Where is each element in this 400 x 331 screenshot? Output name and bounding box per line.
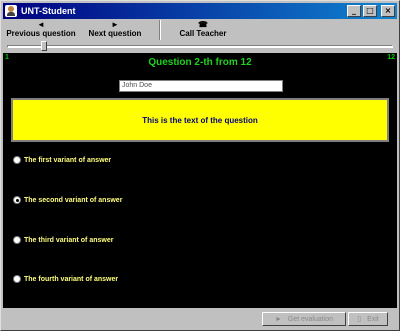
answer-radio-3[interactable] [13,236,21,244]
answer-radio-4[interactable] [13,275,21,283]
app-window: UNT-Student _ □ × ◄ Previous question ► … [0,0,400,331]
next-arrow-icon: ► [111,20,119,29]
next-question-label: Next question [88,29,142,38]
maximize-button[interactable]: □ [363,5,377,17]
get-evaluation-label: Get evaluation [287,315,334,323]
answer-option-1[interactable]: The first variant of answer [13,156,111,164]
get-evaluation-button[interactable]: ► Get evaluation [262,312,346,326]
previous-arrow-icon: ◄ [37,20,45,29]
previous-question-button[interactable]: ◄ Previous question [5,19,77,38]
answer-option-3[interactable]: The third variant of answer [13,236,113,244]
answer-label-2[interactable]: The second variant of answer [24,197,122,204]
answer-option-2[interactable]: The second variant of answer [13,196,122,204]
minimize-button[interactable]: _ [347,5,361,17]
slider-track[interactable] [7,45,393,48]
answer-radio-2[interactable] [13,196,21,204]
play-icon: ► [274,315,282,323]
title-bar[interactable]: UNT-Student _ □ × [3,3,397,19]
student-name-field: John Doe [119,80,283,92]
footer-bar: ► Get evaluation ▯ Exit [3,308,397,330]
answer-label-3[interactable]: The third variant of answer [24,237,113,244]
answer-label-1[interactable]: The first variant of answer [24,157,111,164]
question-slider[interactable] [3,41,397,53]
question-box: This is the text of the question [11,98,389,142]
window-controls: _ □ × [347,5,395,17]
close-button[interactable]: × [381,5,395,17]
next-question-button[interactable]: ► Next question [85,19,145,38]
slider-thumb[interactable] [41,41,47,51]
door-icon: ▯ [357,316,362,323]
question-title: Question 2-th from 12 [148,57,252,68]
answer-label-4[interactable]: The fourth variant of answer [24,276,118,283]
call-teacher-label: Call Teacher [179,29,227,38]
question-text: This is the text of the question [142,115,258,125]
student-app-icon [5,5,17,17]
answer-option-4[interactable]: The fourth variant of answer [13,275,118,283]
previous-question-label: Previous question [6,29,76,38]
answer-radio-1[interactable] [13,156,21,164]
toolbar: ◄ Previous question ► Next question ☎ Ca… [3,19,397,41]
exit-button[interactable]: ▯ Exit [348,312,388,326]
exit-label: Exit [367,315,379,323]
phone-icon: ☎ [198,20,208,29]
window-title: UNT-Student [21,6,76,16]
toolbar-separator [159,20,161,40]
call-teacher-button[interactable]: ☎ Call Teacher [173,19,233,38]
question-panel: 1 12 Question 2-th from 12 John Doe This… [3,53,397,308]
